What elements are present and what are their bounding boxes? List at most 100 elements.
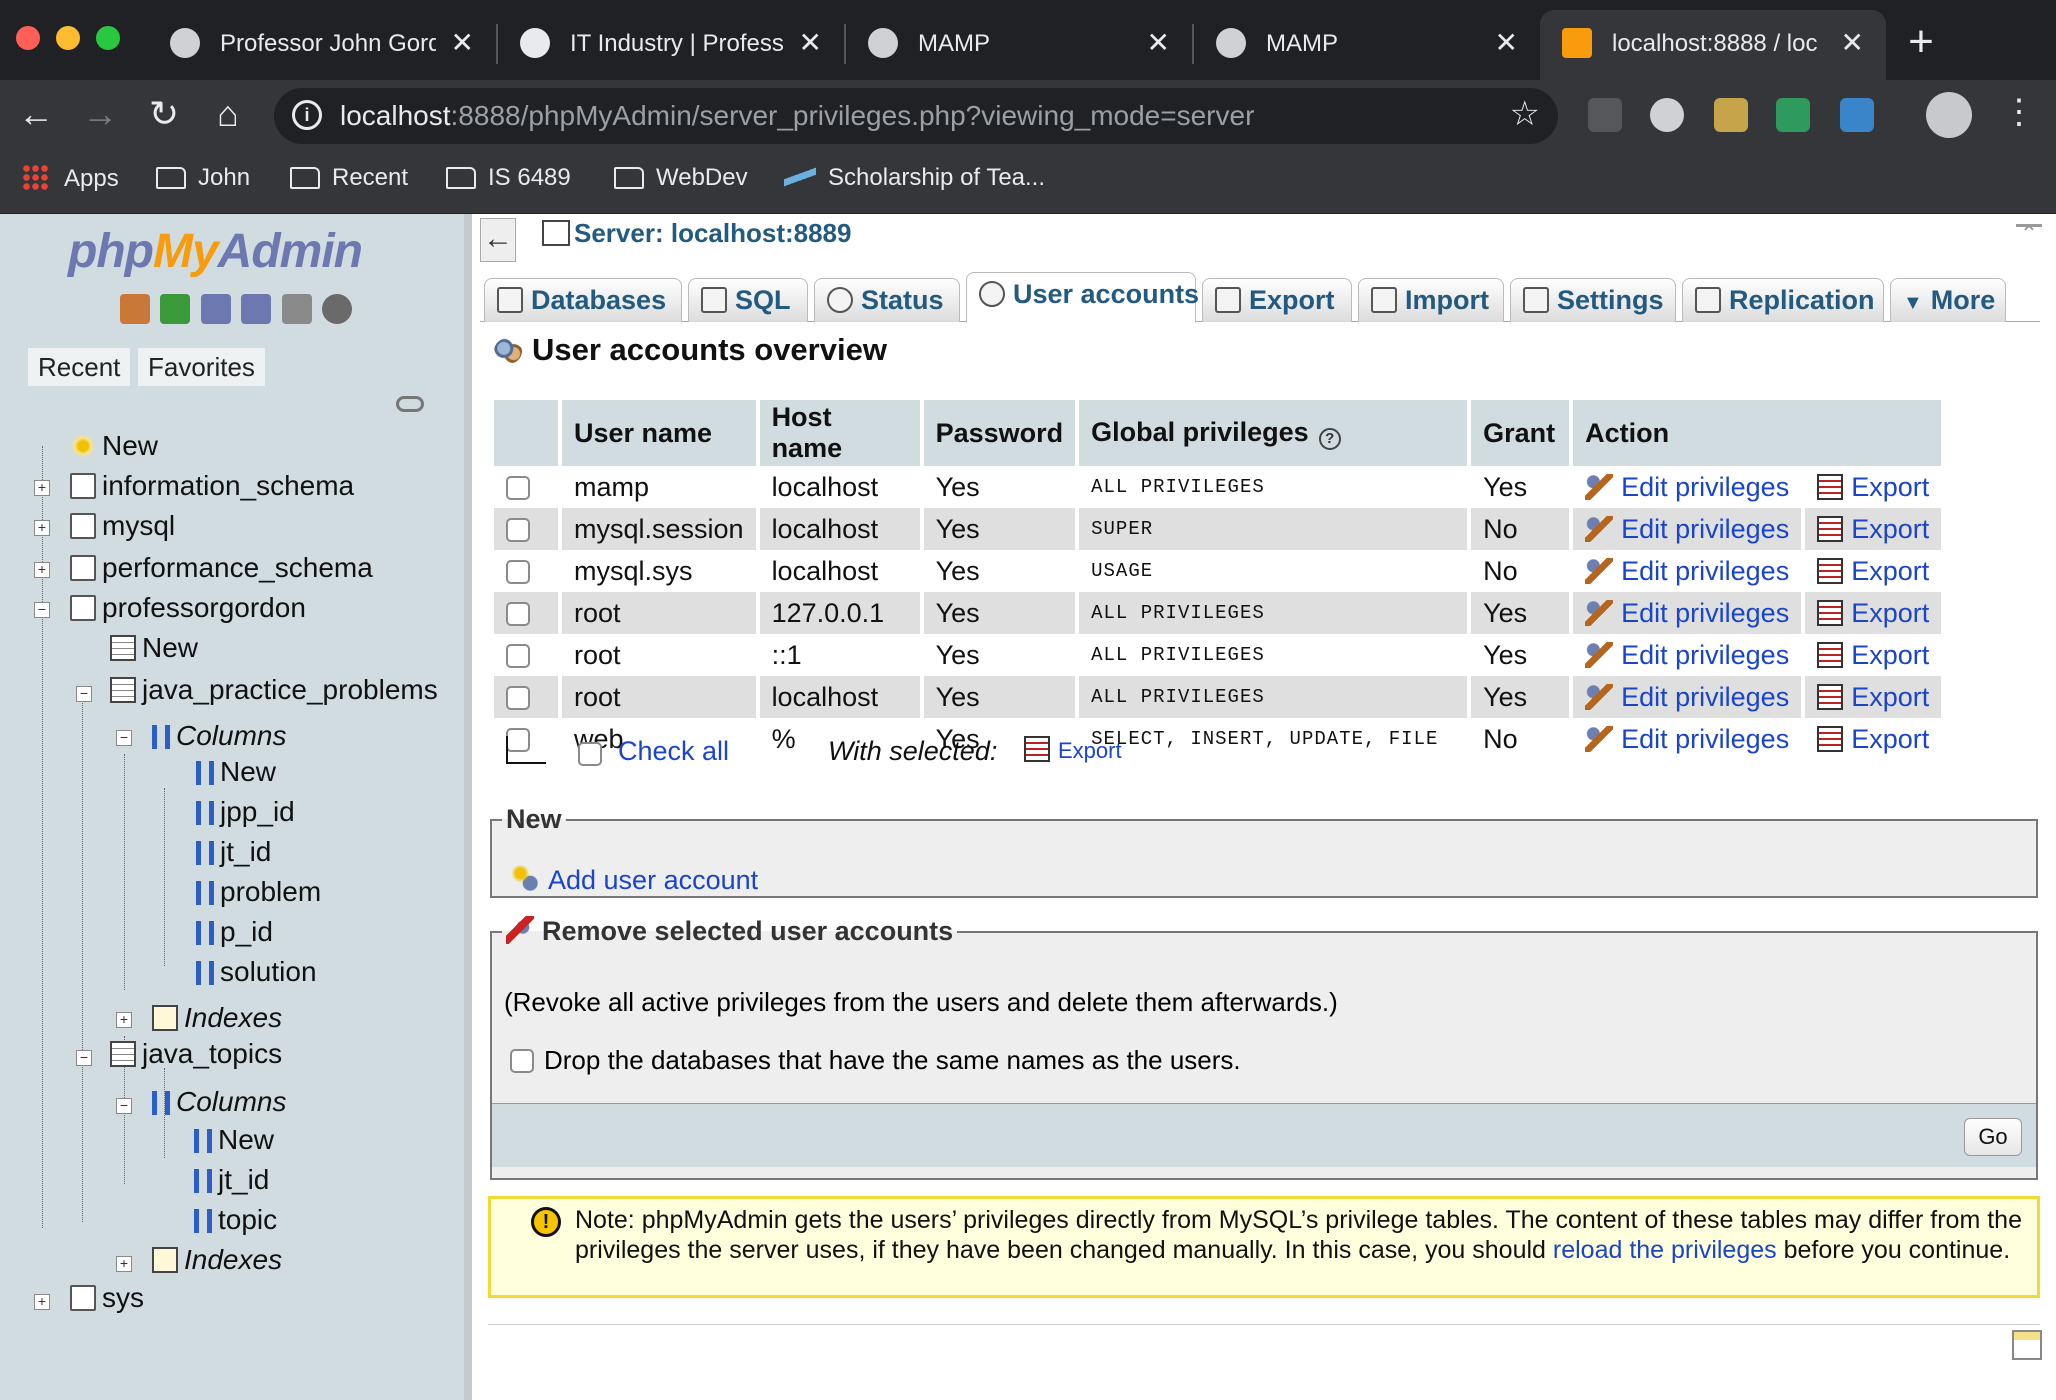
expand-icon[interactable]: + — [116, 1012, 132, 1028]
check-all-label[interactable]: Check all — [618, 736, 729, 767]
browser-tab-2[interactable]: IT Industry | Profess ✕ — [498, 10, 844, 80]
column-header[interactable]: Grant — [1471, 400, 1570, 466]
column-header[interactable]: Password — [923, 400, 1076, 466]
tab-recent[interactable]: Recent — [28, 348, 131, 386]
edit-privileges-link[interactable]: Edit privileges — [1573, 550, 1802, 592]
drop-databases-checkbox[interactable] — [510, 1049, 534, 1073]
column-header[interactable]: User name — [562, 400, 756, 466]
expand-icon[interactable]: + — [34, 520, 50, 536]
reload-icon[interactable]: ↻ — [140, 90, 188, 138]
settings-gear-icon[interactable] — [281, 294, 312, 324]
edit-privileges-link[interactable]: Edit privileges — [1573, 634, 1802, 676]
tree-columns-folder[interactable]: Columns — [152, 720, 286, 752]
tab-databases[interactable]: Databases — [484, 278, 682, 322]
console-icon[interactable] — [2012, 1330, 2042, 1360]
row-checkbox[interactable] — [506, 685, 530, 710]
browser-tab-active[interactable]: localhost:8888 / loc ✕ — [1540, 10, 1886, 80]
close-tab-icon[interactable]: ✕ — [1495, 26, 1518, 59]
tree-table-java-practice-problems[interactable]: java_practice_problems — [110, 674, 438, 706]
export-link[interactable]: Export — [1805, 634, 1942, 676]
bookmark-star-icon[interactable]: ☆ — [1510, 94, 1540, 134]
column-header-global-privileges[interactable]: Global privileges? — [1079, 400, 1468, 466]
row-checkbox[interactable] — [506, 517, 530, 542]
extension-wrench-icon[interactable] — [1776, 98, 1810, 132]
tree-indexes-folder[interactable]: Indexes — [152, 1244, 282, 1276]
collapse-icon[interactable]: − — [76, 1050, 92, 1066]
edit-privileges-link[interactable]: Edit privileges — [1573, 592, 1802, 634]
close-tab-icon[interactable]: ✕ — [799, 26, 822, 59]
tree-column[interactable]: topic — [194, 1204, 277, 1236]
collapse-navigation-button[interactable]: ← — [480, 218, 516, 262]
collapse-icon[interactable]: − — [34, 602, 50, 618]
tab-favorites[interactable]: Favorites — [138, 348, 265, 386]
tree-table-java-topics[interactable]: java_topics — [110, 1038, 282, 1070]
browser-tab-4[interactable]: MAMP ✕ — [1194, 10, 1540, 80]
export-link[interactable]: Export — [1805, 550, 1942, 592]
bookmark-folder-is6489[interactable]: IS 6489 — [446, 164, 571, 192]
close-tab-icon[interactable]: ✕ — [1841, 26, 1864, 59]
expand-icon[interactable]: + — [34, 562, 50, 578]
tree-columns-folder[interactable]: Columns — [152, 1086, 286, 1118]
tree-column[interactable]: solution — [196, 956, 317, 988]
documentation-icon[interactable] — [241, 294, 272, 324]
expand-icon[interactable]: + — [116, 1256, 132, 1272]
browser-tab-1[interactable]: Professor John Gord ✕ — [148, 10, 496, 80]
maximize-window-button[interactable] — [96, 26, 120, 50]
bookmark-apps[interactable]: Apps — [22, 164, 119, 193]
check-all-checkbox[interactable] — [578, 742, 602, 766]
logout-icon[interactable] — [160, 294, 191, 324]
tree-new-column[interactable]: New — [196, 756, 276, 788]
row-checkbox[interactable] — [506, 475, 530, 500]
tab-import[interactable]: Import — [1358, 278, 1504, 322]
link-with-main-icon[interactable] — [396, 396, 424, 412]
tree-new-column[interactable]: New — [194, 1124, 274, 1156]
tree-db-sys[interactable]: sys — [70, 1282, 144, 1314]
tree-db-professorgordon[interactable]: professorgordon — [70, 592, 306, 624]
extension-cloud-icon[interactable] — [1714, 98, 1748, 132]
url-text[interactable]: localhost:8888/phpMyAdmin/server_privile… — [340, 100, 1254, 132]
help-icon[interactable]: ? — [1318, 427, 1341, 450]
expand-icon[interactable]: + — [34, 480, 50, 496]
tab-export[interactable]: Export — [1202, 278, 1352, 322]
column-header[interactable]: Host name — [759, 400, 920, 466]
go-button[interactable]: Go — [1964, 1118, 2022, 1156]
home-icon[interactable]: ⌂ — [204, 90, 252, 138]
five9-extension-icon[interactable] — [1588, 98, 1622, 132]
tree-column[interactable]: jpp_id — [196, 796, 295, 828]
back-arrow-icon[interactable]: ← — [12, 90, 60, 138]
close-window-button[interactable] — [16, 26, 40, 50]
tree-indexes-folder[interactable]: Indexes — [152, 1002, 282, 1034]
tab-sql[interactable]: SQL — [688, 278, 808, 322]
extension-owl-icon[interactable] — [1840, 98, 1874, 132]
tab-settings[interactable]: Settings — [1510, 278, 1676, 322]
collapse-icon[interactable]: − — [76, 686, 92, 702]
bookmark-folder-john[interactable]: John — [156, 164, 250, 192]
close-tab-icon[interactable]: ✕ — [451, 26, 474, 59]
browser-tab-3[interactable]: MAMP ✕ — [846, 10, 1192, 80]
export-link[interactable]: Export — [1805, 676, 1942, 718]
new-tab-button[interactable]: + — [1896, 18, 1946, 68]
export-link[interactable]: Export — [1805, 718, 1942, 760]
edit-privileges-link[interactable]: Edit privileges — [1573, 676, 1802, 718]
bookmark-scholarship[interactable]: Scholarship of Tea... — [784, 164, 1045, 192]
bookmark-folder-recent[interactable]: Recent — [290, 164, 408, 192]
collapse-icon[interactable]: − — [116, 730, 132, 746]
edit-privileges-link[interactable]: Edit privileges — [1573, 508, 1802, 550]
forward-arrow-icon[interactable]: → — [76, 90, 124, 138]
reload-privileges-link[interactable]: reload the privileges — [1553, 1236, 1777, 1264]
home-icon[interactable] — [120, 294, 150, 324]
menu-kebab-icon[interactable]: ⋮ — [2002, 92, 2036, 132]
tree-column[interactable]: p_id — [196, 916, 273, 948]
with-selected-export-button[interactable]: Export — [1024, 736, 1122, 764]
tab-user-accounts[interactable]: User accounts — [966, 272, 1199, 323]
tree-db-mysql[interactable]: mysql — [70, 510, 175, 542]
tree-new-table[interactable]: New — [110, 632, 198, 664]
tab-status[interactable]: Status — [814, 278, 960, 322]
profile-avatar[interactable] — [1926, 92, 1972, 138]
expand-icon[interactable]: + — [34, 1294, 50, 1310]
extension-circle-icon[interactable] — [1650, 98, 1684, 132]
tab-replication[interactable]: Replication — [1682, 278, 1884, 322]
sql-docs-icon[interactable] — [200, 294, 231, 324]
scroll-top-icon[interactable]: ⌃ — [2016, 223, 2042, 245]
minimize-window-button[interactable] — [56, 26, 80, 50]
